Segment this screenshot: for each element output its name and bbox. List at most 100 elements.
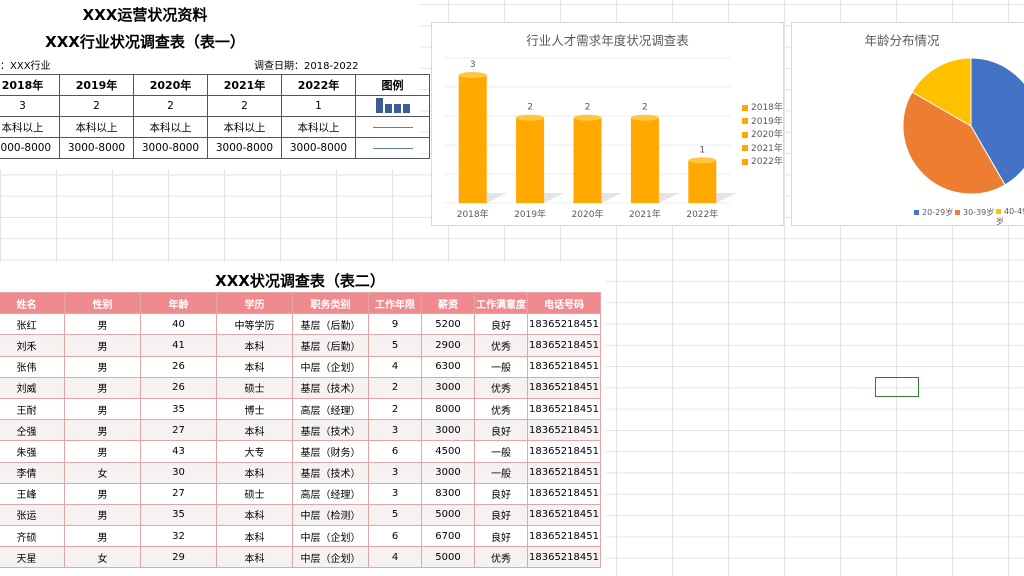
- sparkline-line-cell[interactable]: [355, 116, 430, 138]
- sparkline-line-cell[interactable]: [355, 137, 430, 159]
- table2-cell[interactable]: 2: [368, 397, 422, 421]
- table2-cell[interactable]: 女: [64, 546, 141, 569]
- table2-header-cell[interactable]: 工作满意度: [474, 291, 528, 315]
- demand-cell[interactable]: 2: [59, 95, 134, 117]
- table2-cell[interactable]: 张伟: [0, 355, 65, 378]
- table2-cell[interactable]: 一般: [474, 440, 528, 463]
- table2-cell[interactable]: 6: [368, 525, 422, 548]
- education-cell[interactable]: 本科以上: [133, 116, 208, 138]
- table2-cell[interactable]: 良好: [474, 503, 528, 527]
- table2-cell[interactable]: 32: [140, 525, 217, 548]
- table2-cell[interactable]: 良好: [474, 419, 528, 442]
- table2-cell[interactable]: 优秀: [474, 546, 528, 569]
- pie-chart[interactable]: 年龄分布情况 20-29岁30-39岁40-49岁: [791, 22, 1024, 226]
- demand-cell[interactable]: 2: [133, 95, 208, 117]
- table2-cell[interactable]: 刘禾: [0, 334, 65, 357]
- table2-cell[interactable]: 35: [140, 503, 217, 527]
- table2-cell[interactable]: 男: [64, 334, 141, 357]
- table2-cell[interactable]: 中等学历: [216, 313, 293, 336]
- table2-cell[interactable]: 男: [64, 482, 141, 505]
- table2-cell[interactable]: 中层（企划）: [292, 546, 369, 569]
- table2-header-cell[interactable]: 薪资: [421, 291, 475, 315]
- table2-header-cell[interactable]: 年龄: [140, 291, 217, 315]
- table2-cell[interactable]: 本科: [216, 525, 293, 548]
- table2-cell[interactable]: 基层（技术）: [292, 461, 369, 484]
- table2-cell[interactable]: 27: [140, 482, 217, 505]
- education-cell[interactable]: 本科以上: [0, 116, 60, 138]
- table2-cell[interactable]: 18365218451: [527, 503, 601, 527]
- table2-cell[interactable]: 天星: [0, 546, 65, 569]
- table2-cell[interactable]: 6300: [421, 355, 475, 378]
- table2-cell[interactable]: 3: [368, 419, 422, 442]
- table2-header-cell[interactable]: 工作年限: [368, 291, 422, 315]
- table2-cell[interactable]: 一般: [474, 461, 528, 484]
- table2-cell[interactable]: 齐硕: [0, 525, 65, 548]
- salary-cell[interactable]: 3000-8000: [59, 137, 134, 159]
- table2-cell[interactable]: 高层（经理）: [292, 397, 369, 421]
- table2-cell[interactable]: 男: [64, 503, 141, 527]
- table2-cell[interactable]: 29: [140, 546, 217, 569]
- table2-cell[interactable]: 中层（企划）: [292, 355, 369, 378]
- table2-cell[interactable]: 26: [140, 376, 217, 399]
- table2-cell[interactable]: 基层（后勤）: [292, 334, 369, 357]
- table2-cell[interactable]: 18365218451: [527, 525, 601, 548]
- table2-cell[interactable]: 5: [368, 334, 422, 357]
- table2-cell[interactable]: 基层（财务）: [292, 440, 369, 463]
- table2-cell[interactable]: 18365218451: [527, 546, 601, 569]
- table2-cell[interactable]: 一般: [474, 355, 528, 378]
- table2-cell[interactable]: 27: [140, 419, 217, 442]
- table2-cell[interactable]: 41: [140, 334, 217, 357]
- header-cell-legend[interactable]: 图例: [355, 74, 430, 96]
- table2-cell[interactable]: 18365218451: [527, 419, 601, 442]
- table2-cell[interactable]: 4: [368, 355, 422, 378]
- table2-cell[interactable]: 18365218451: [527, 313, 601, 336]
- table2-cell[interactable]: 3: [368, 461, 422, 484]
- table2-cell[interactable]: 18365218451: [527, 440, 601, 463]
- table2-cell[interactable]: 18365218451: [527, 482, 601, 505]
- table2-cell[interactable]: 男: [64, 440, 141, 463]
- salary-cell[interactable]: 3000-8000: [207, 137, 282, 159]
- table2-cell[interactable]: 硕士: [216, 376, 293, 399]
- table2-cell[interactable]: 优秀: [474, 334, 528, 357]
- table2-cell[interactable]: 王峰: [0, 482, 65, 505]
- table2-cell[interactable]: 基层（技术）: [292, 419, 369, 442]
- table2-cell[interactable]: 3000: [421, 376, 475, 399]
- table2-cell[interactable]: 男: [64, 313, 141, 336]
- education-cell[interactable]: 本科以上: [281, 116, 356, 138]
- header-cell[interactable]: 2022年: [281, 74, 356, 96]
- table2-cell[interactable]: 5200: [421, 313, 475, 336]
- selected-cell[interactable]: [875, 377, 919, 397]
- table2-cell[interactable]: 3000: [421, 461, 475, 484]
- table2-cell[interactable]: 基层（技术）: [292, 376, 369, 399]
- table2-cell[interactable]: 本科: [216, 461, 293, 484]
- header-cell[interactable]: 2020年: [133, 74, 208, 96]
- header-cell[interactable]: 2019年: [59, 74, 134, 96]
- header-cell[interactable]: 2018年: [0, 74, 60, 96]
- table2-cell[interactable]: 仝强: [0, 419, 65, 442]
- table2-cell[interactable]: 优秀: [474, 397, 528, 421]
- table2-cell[interactable]: 男: [64, 397, 141, 421]
- table2-cell[interactable]: 刘威: [0, 376, 65, 399]
- table2-cell[interactable]: 大专: [216, 440, 293, 463]
- table2-cell[interactable]: 35: [140, 397, 217, 421]
- table2-cell[interactable]: 男: [64, 355, 141, 378]
- table2-cell[interactable]: 高层（经理）: [292, 482, 369, 505]
- table2-cell[interactable]: 8000: [421, 397, 475, 421]
- demand-cell[interactable]: 2: [207, 95, 282, 117]
- table2-cell[interactable]: 男: [64, 419, 141, 442]
- table2-cell[interactable]: 优秀: [474, 376, 528, 399]
- demand-cell[interactable]: 1: [281, 95, 356, 117]
- table2-cell[interactable]: 良好: [474, 313, 528, 336]
- table2-cell[interactable]: 4500: [421, 440, 475, 463]
- table2-cell[interactable]: 2: [368, 376, 422, 399]
- table2-cell[interactable]: 5000: [421, 546, 475, 569]
- table2-cell[interactable]: 本科: [216, 546, 293, 569]
- table2-cell[interactable]: 硕士: [216, 482, 293, 505]
- table2-header-cell[interactable]: 学历: [216, 291, 293, 315]
- table2-cell[interactable]: 本科: [216, 334, 293, 357]
- table2-cell[interactable]: 18365218451: [527, 461, 601, 484]
- table2-cell[interactable]: 本科: [216, 355, 293, 378]
- table2-cell[interactable]: 18365218451: [527, 376, 601, 399]
- table2-cell[interactable]: 良好: [474, 525, 528, 548]
- salary-cell[interactable]: 3000-8000: [133, 137, 208, 159]
